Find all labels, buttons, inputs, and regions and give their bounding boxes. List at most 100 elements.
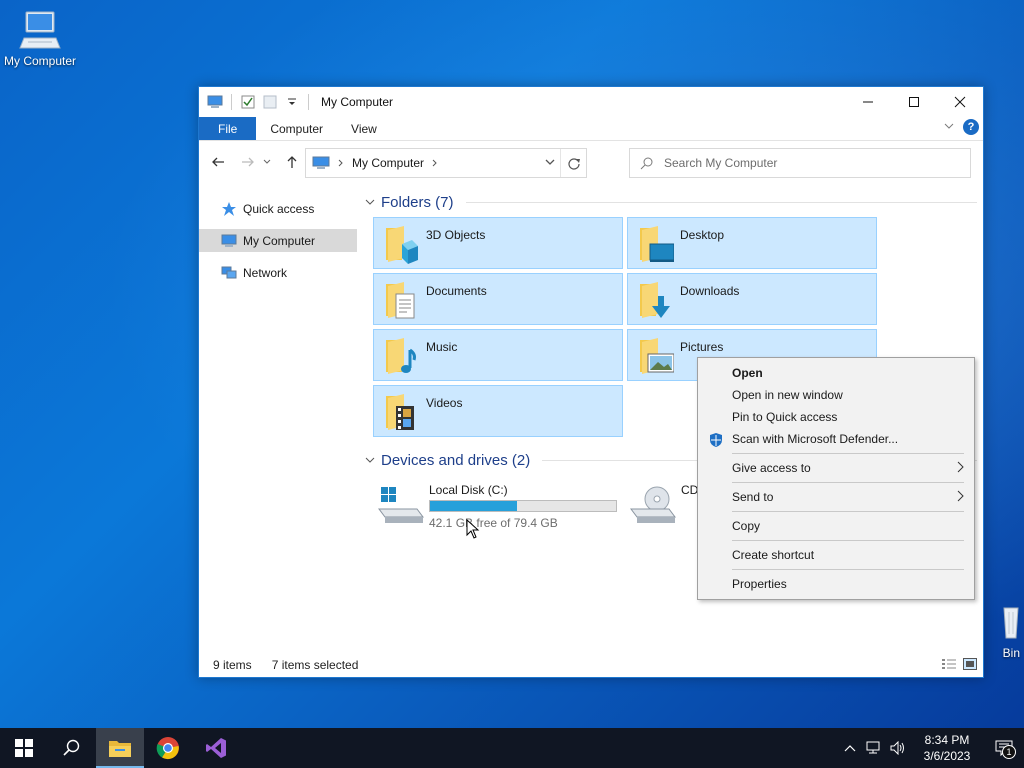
folder-label: Downloads — [680, 284, 740, 298]
menu-item-label: Give access to — [732, 461, 811, 475]
menu-item-label: Open — [732, 366, 763, 380]
network-icon — [866, 741, 880, 754]
drive-cd[interactable]: CD — [629, 483, 698, 527]
tab-file[interactable]: File — [199, 117, 257, 140]
tab-view[interactable]: View — [337, 117, 391, 140]
chevron-right-icon[interactable] — [432, 159, 438, 167]
menu-item-open[interactable]: Open — [698, 362, 974, 384]
folder-music-icon — [374, 330, 426, 380]
start-button[interactable] — [0, 728, 48, 768]
cd-drive-icon — [630, 486, 676, 523]
desktop-icon-label: Bin — [1002, 646, 1020, 660]
menu-item-open-new-window[interactable]: Open in new window — [698, 384, 974, 406]
new-folder-icon[interactable] — [262, 94, 278, 110]
menu-divider — [732, 540, 964, 541]
chevron-right-icon — [956, 490, 964, 505]
computer-icon — [19, 11, 61, 49]
breadcrumb-item[interactable]: My Computer — [352, 156, 424, 170]
folder-tile-music[interactable]: Music — [373, 329, 623, 381]
context-menu: Open Open in new window Pin to Quick acc… — [697, 357, 975, 600]
search-icon — [63, 739, 80, 756]
up-button[interactable] — [281, 151, 303, 173]
menu-item-scan-defender[interactable]: Scan with Microsoft Defender... — [698, 428, 974, 450]
menu-item-label: Send to — [732, 490, 774, 504]
address-dropdown-icon[interactable] — [544, 155, 556, 172]
nav-item-label: My Computer — [243, 233, 316, 248]
folder-label: Desktop — [680, 228, 725, 242]
clock-time: 8:34 PM — [924, 733, 970, 747]
forward-button[interactable] — [237, 151, 259, 173]
folder-tile-desktop[interactable]: Desktop — [627, 217, 877, 269]
quick-access-toolbar — [199, 94, 311, 110]
recycle-bin-icon — [1003, 607, 1019, 639]
nav-item-network[interactable]: Network — [199, 261, 357, 284]
folder-tile-downloads[interactable]: Downloads — [627, 273, 877, 325]
menu-item-create-shortcut[interactable]: Create shortcut — [698, 544, 974, 566]
menu-divider — [732, 511, 964, 512]
minimize-icon — [863, 101, 873, 103]
taskbar-file-explorer[interactable] — [96, 728, 144, 768]
folder-desktop-icon — [628, 218, 680, 268]
menu-item-properties[interactable]: Properties — [698, 573, 974, 595]
properties-icon[interactable] — [240, 94, 256, 110]
folder-label: Videos — [426, 396, 463, 410]
computer-icon — [221, 234, 237, 247]
folder-tile-3d-objects[interactable]: 3D Objects — [373, 217, 623, 269]
folder-tile-videos[interactable]: Videos — [373, 385, 623, 437]
drive-local-disk-c[interactable]: Local Disk (C:) 42.1 GB free of 79.4 GB — [377, 483, 617, 530]
drive-label: CD — [681, 483, 699, 497]
chevron-down-icon — [263, 159, 271, 164]
menu-item-label: Create shortcut — [732, 548, 815, 562]
close-button[interactable] — [937, 87, 983, 117]
drive-info: CD — [681, 483, 698, 527]
minimize-button[interactable] — [845, 87, 891, 117]
help-icon[interactable]: ? — [963, 119, 979, 135]
title-bar[interactable]: My Computer — [199, 87, 983, 117]
show-hidden-icons-button[interactable] — [838, 728, 862, 768]
nav-item-my-computer[interactable]: My Computer — [199, 229, 357, 252]
network-tray-button[interactable] — [862, 728, 886, 768]
volume-tray-button[interactable] — [886, 728, 910, 768]
refresh-icon — [567, 158, 580, 170]
menu-divider — [732, 453, 964, 454]
customize-toolbar-chevron-icon[interactable] — [284, 94, 300, 110]
recent-locations-button[interactable] — [261, 151, 273, 173]
large-icons-view-icon[interactable] — [963, 658, 977, 673]
menu-item-pin-quick-access[interactable]: Pin to Quick access — [698, 406, 974, 428]
maximize-button[interactable] — [891, 87, 937, 117]
folder-label: Music — [426, 340, 458, 354]
taskbar-search-button[interactable] — [48, 728, 96, 768]
ribbon-tabs: File Computer View ? — [199, 117, 983, 141]
address-bar[interactable]: My Computer — [305, 148, 587, 178]
defender-shield-icon — [708, 432, 724, 451]
desktop-icon-label: My Computer — [3, 54, 77, 68]
menu-item-copy[interactable]: Copy — [698, 515, 974, 537]
back-button[interactable] — [207, 151, 229, 173]
action-center-button[interactable]: 1 — [984, 728, 1024, 768]
menu-item-give-access[interactable]: Give access to — [698, 457, 974, 479]
chevron-up-icon — [844, 745, 856, 752]
tab-computer[interactable]: Computer — [256, 117, 337, 140]
taskbar-chrome[interactable] — [144, 728, 192, 768]
status-item-count: 9 items — [213, 658, 252, 672]
taskbar-clock[interactable]: 8:34 PM 3/6/2023 — [910, 732, 984, 764]
desktop-icon-my-computer[interactable]: My Computer — [0, 8, 80, 68]
expand-ribbon-icon[interactable] — [943, 120, 955, 134]
speaker-icon — [890, 741, 904, 755]
group-divider — [465, 201, 977, 203]
folder-tile-documents[interactable]: Documents — [373, 273, 623, 325]
folder-3d-objects-icon — [374, 218, 426, 268]
nav-item-quick-access[interactable]: Quick access — [199, 197, 357, 220]
group-header-label: Folders (7) — [381, 193, 454, 211]
windows-logo-icon — [15, 739, 33, 757]
taskbar-visual-studio[interactable] — [192, 728, 240, 768]
file-explorer-icon — [109, 741, 131, 757]
drive-usage-bar — [429, 500, 617, 512]
refresh-button[interactable] — [560, 149, 586, 177]
search-input[interactable]: Search My Computer — [629, 148, 971, 178]
folders-group-header[interactable]: Folders (7) — [365, 191, 977, 213]
back-arrow-icon — [212, 157, 224, 167]
windows-drive-icon — [378, 487, 424, 523]
menu-item-send-to[interactable]: Send to — [698, 486, 974, 508]
details-view-icon[interactable] — [941, 658, 957, 673]
